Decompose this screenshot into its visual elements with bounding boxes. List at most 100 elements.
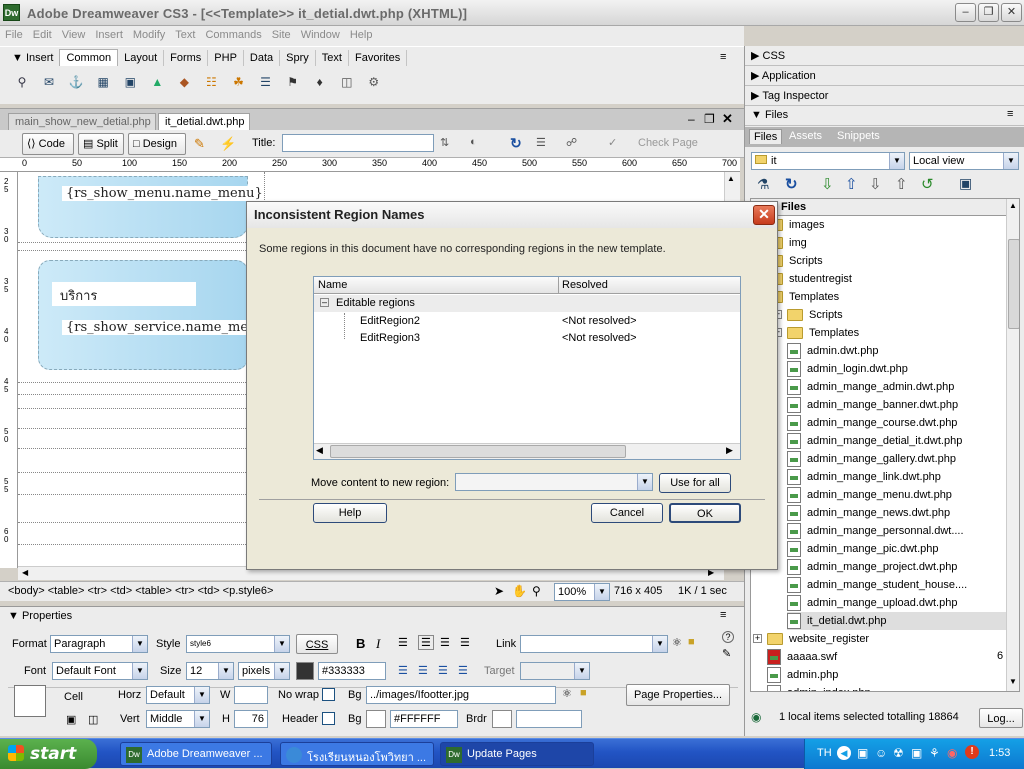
file-management-icon[interactable]: ⇅	[440, 136, 449, 149]
menu-help[interactable]: Help	[345, 26, 378, 44]
tree-item[interactable]: admin_mange_menu.dwt.php	[787, 486, 952, 504]
move-content-select[interactable]: ▼	[455, 473, 653, 491]
collapse-icon[interactable]: –	[320, 298, 329, 307]
tree-item[interactable]: admin_mange_admin.dwt.php	[787, 378, 954, 396]
refresh-icon[interactable]: ↻	[785, 175, 798, 193]
server-side-include-icon[interactable]: ☘	[230, 73, 248, 91]
display-icon[interactable]: ▣	[911, 746, 922, 760]
menu-modify[interactable]: Modify	[128, 26, 170, 44]
log-button[interactable]: Log...	[979, 708, 1023, 728]
design-view-button[interactable]: □ Design	[128, 133, 186, 155]
tag-chooser-icon[interactable]: ⚙	[365, 73, 383, 91]
tag-path[interactable]: <body> <table> <tr> <td> <table> <tr> <t…	[8, 585, 273, 597]
bg-color-swatch[interactable]	[366, 710, 386, 728]
horz-select[interactable]: Default ▼	[146, 686, 210, 704]
get-files-icon[interactable]: ⇩	[821, 175, 834, 193]
antivirus-icon[interactable]: ☢	[893, 746, 904, 760]
messenger-icon[interactable]: ☺	[875, 746, 887, 760]
ordered-list-icon[interactable]: ☰	[418, 664, 428, 677]
tray-chevron-icon[interactable]: ◀	[837, 746, 851, 760]
tree-item[interactable]: admin.dwt.php	[787, 342, 879, 360]
text-color-swatch[interactable]	[296, 662, 314, 680]
tree-item[interactable]: admin_mange_course.dwt.php	[787, 414, 957, 432]
scroll-up-icon[interactable]: ▲	[727, 174, 735, 183]
tab-text[interactable]: Text	[316, 50, 349, 66]
tab-forms[interactable]: Forms	[164, 50, 209, 66]
tree-item[interactable]: admin_index.php	[767, 684, 871, 691]
image-icon[interactable]: ▲	[148, 73, 166, 91]
scroll-thumb[interactable]	[1008, 239, 1019, 329]
tab-it-detial[interactable]: it_detial.dwt.php	[158, 113, 250, 131]
outdent-icon[interactable]: ☰	[438, 664, 448, 677]
tree-item[interactable]: admin_mange_personnal.dwt....	[787, 522, 964, 540]
service-heading[interactable]: บริการ	[52, 282, 196, 306]
italic-button[interactable]: I	[376, 636, 380, 652]
panel-options-icon[interactable]: ≡	[720, 609, 726, 621]
head-icon[interactable]: ⚑	[284, 73, 302, 91]
link-input[interactable]: ▼	[520, 635, 668, 653]
tree-item[interactable]: admin_mange_news.dwt.php	[787, 504, 950, 522]
view-select[interactable]: Local view ▼	[909, 152, 1019, 170]
menu-text[interactable]: Text	[170, 26, 200, 44]
doc-close-icon[interactable]: ✕	[722, 111, 733, 127]
zoom-tool-icon[interactable]: ⚲	[532, 584, 541, 598]
tree-item[interactable]: it_detial.dwt.php	[787, 612, 1006, 630]
header-checkbox[interactable]	[322, 712, 335, 725]
tree-item[interactable]: admin_mange_project.dwt.php	[787, 558, 957, 576]
region-list[interactable]: Name Resolved – Editable regions EditReg…	[313, 276, 741, 460]
ok-button[interactable]: OK	[669, 503, 741, 523]
close-button[interactable]: ✕	[1001, 3, 1022, 22]
synchronize-icon[interactable]: ↺	[921, 175, 934, 193]
nowrap-checkbox[interactable]	[322, 688, 335, 701]
split-cells-icon[interactable]: ◫	[88, 713, 98, 726]
menu-file[interactable]: File	[0, 26, 28, 44]
quick-tag-editor-icon[interactable]: ✎	[722, 647, 731, 660]
tab-layout[interactable]: Layout	[118, 50, 165, 66]
indent-icon[interactable]: ☰	[458, 664, 468, 677]
split-view-button[interactable]: ▤ Split	[78, 133, 124, 155]
bg-image-input[interactable]: ../images/Ifootter.jpg	[366, 686, 556, 704]
expand-icon[interactable]: +	[753, 634, 762, 643]
preview-icon[interactable]: ◐	[470, 136, 477, 148]
properties-header[interactable]: ▼ Properties	[8, 610, 72, 622]
service-name-field[interactable]: {rs_show_service.name_menu}	[62, 320, 278, 335]
tree-item[interactable]: admin_login.dwt.php	[787, 360, 908, 378]
title-input[interactable]	[282, 134, 434, 152]
format-select[interactable]: Paragraph ▼	[50, 635, 148, 653]
service-cell[interactable]	[38, 260, 248, 370]
column-name[interactable]: Name	[318, 279, 347, 291]
doc-minimize-icon[interactable]: –	[688, 112, 695, 126]
check-page-button[interactable]: Check Page	[638, 137, 698, 149]
zoom-select[interactable]: 100% ▼	[554, 583, 610, 601]
use-for-all-button[interactable]: Use for all	[659, 473, 731, 493]
tree-item[interactable]: Scripts	[787, 306, 843, 324]
hand-tool-icon[interactable]: ✋	[512, 584, 527, 598]
layer-icon[interactable]: ▣	[121, 73, 139, 91]
help-icon[interactable]: ?	[722, 631, 734, 643]
connect-icon[interactable]: ⚗	[757, 176, 770, 193]
css-button[interactable]: CSS	[296, 634, 338, 654]
browse-folder-icon[interactable]: ■	[580, 687, 587, 699]
templates-icon[interactable]: ◫	[338, 73, 356, 91]
panel-options-icon[interactable]: ≡	[720, 51, 726, 63]
task-browser[interactable]: โรงเรียนหนองโพวิทยา ...	[280, 742, 434, 766]
scroll-up-icon[interactable]: ▲	[1009, 201, 1017, 210]
tree-item[interactable]: Templates	[787, 324, 859, 342]
visual-aids-icon[interactable]: ☍	[566, 136, 577, 149]
tree-item[interactable]: admin_mange_detial_it.dwt.php	[787, 432, 962, 450]
insert-label[interactable]: ▼ Insert	[6, 50, 59, 66]
help-button[interactable]: Help	[313, 503, 387, 523]
border-color-swatch[interactable]	[492, 710, 512, 728]
doc-restore-icon[interactable]: ❐	[704, 112, 715, 126]
file-tree[interactable]: Files ▲ ▼ images img Scripts studentregist T…	[750, 198, 1020, 692]
refresh-icon[interactable]: ↻	[510, 135, 522, 152]
task-dreamweaver[interactable]: Dw Adobe Dreamweaver ...	[120, 742, 272, 766]
hyperlink-icon[interactable]: ⚲	[13, 73, 31, 91]
align-center-icon[interactable]: ☰	[418, 635, 434, 650]
tree-item[interactable]: website_register	[767, 630, 869, 648]
files-column-header[interactable]: Files	[751, 199, 1006, 216]
width-input[interactable]	[234, 686, 268, 704]
start-button[interactable]: start	[0, 739, 97, 769]
tag-inspector-panel-header[interactable]: ▶ Tag Inspector	[745, 86, 1024, 106]
tab-favorites[interactable]: Favorites	[349, 50, 408, 66]
